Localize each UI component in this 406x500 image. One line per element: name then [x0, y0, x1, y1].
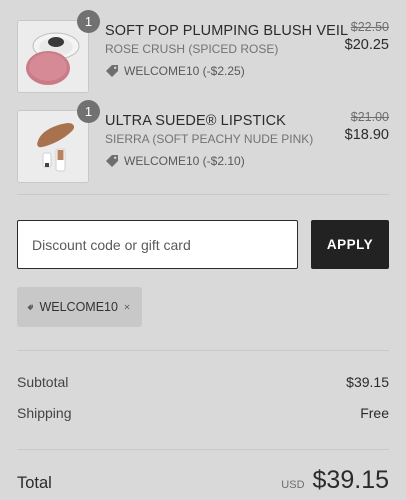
total-label: Total: [17, 474, 52, 492]
subtotal-row: Subtotal $39.15: [17, 374, 389, 390]
quantity-badge: 1: [77, 10, 100, 33]
product-name: SOFT POP PLUMPING BLUSH VEIL: [105, 23, 349, 39]
tag-icon: [27, 304, 34, 310]
shipping-label: Shipping: [17, 405, 72, 421]
shipping-value: Free: [360, 405, 389, 421]
discounted-price: $20.25: [344, 37, 389, 53]
original-price: $22.50: [350, 20, 389, 34]
applied-code-label: WELCOME10: [39, 300, 118, 314]
close-icon[interactable]: [124, 300, 130, 314]
product-thumbnail: [17, 110, 89, 183]
lipstick-icon: [18, 111, 88, 182]
divider: [17, 194, 389, 195]
subtotal-value: $39.15: [346, 374, 389, 390]
product-variant: SIERRA (SOFT PEACHY NUDE PINK): [105, 132, 314, 146]
item-discount-label: WELCOME10 (-$2.10): [124, 154, 245, 168]
currency-code: USD: [281, 479, 305, 491]
order-summary: 1 SOFT POP PLUMPING BLUSH VEIL ROSE CRUS…: [0, 0, 406, 500]
item-discount-label: WELCOME10 (-$2.25): [124, 64, 245, 78]
total-value: $39.15: [312, 466, 389, 494]
discounted-price: $18.90: [344, 127, 389, 143]
original-price: $21.00: [350, 110, 389, 124]
product-variant: ROSE CRUSH (SPICED ROSE): [105, 42, 279, 56]
applied-discount-chip: WELCOME10: [17, 287, 142, 327]
blush-compact-icon: [18, 21, 88, 92]
item-discount: WELCOME10 (-$2.25): [105, 64, 315, 78]
item-discount: WELCOME10 (-$2.10): [105, 154, 315, 168]
apply-button[interactable]: APPLY: [311, 220, 389, 269]
divider: [17, 350, 389, 351]
line-item: 1 ULTRA SUEDE® LIPSTICK SIERRA (SOFT PEA…: [17, 100, 389, 187]
line-item: 1 SOFT POP PLUMPING BLUSH VEIL ROSE CRUS…: [17, 10, 389, 97]
total-row: Total USD $39.15: [17, 466, 389, 495]
product-name: ULTRA SUEDE® LIPSTICK: [105, 113, 286, 129]
divider: [17, 449, 389, 450]
quantity-badge: 1: [77, 100, 100, 123]
tag-icon: [106, 155, 118, 167]
discount-code-input[interactable]: [17, 220, 298, 269]
tag-icon: [106, 65, 118, 77]
shipping-row: Shipping Free: [17, 405, 389, 421]
product-thumbnail: [17, 20, 89, 93]
subtotal-label: Subtotal: [17, 374, 69, 390]
